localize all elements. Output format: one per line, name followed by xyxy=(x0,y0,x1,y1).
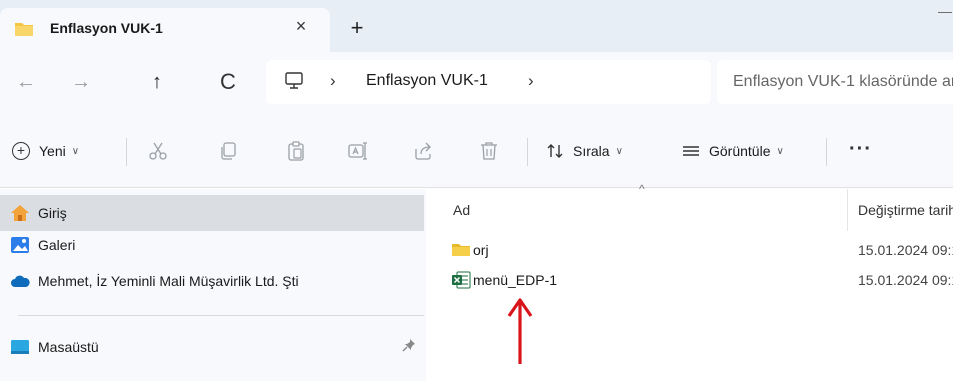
sidebar-divider xyxy=(18,315,424,316)
scissors-icon xyxy=(149,142,167,160)
toolbar-divider xyxy=(527,138,528,166)
breadcrumb-separator[interactable]: › xyxy=(330,71,336,91)
navigation-pane: Giriş Galeri Mehmet, İz Yeminli Mali Müş… xyxy=(0,189,426,381)
breadcrumb-expand-chevron[interactable]: › xyxy=(528,71,534,91)
tab-title: Enflasyon VUK-1 xyxy=(50,20,163,36)
forward-button[interactable]: → xyxy=(67,68,95,96)
file-row-folder[interactable]: orj 15.01.2024 09:12 xyxy=(427,239,953,261)
share-button[interactable] xyxy=(408,136,438,166)
trash-icon xyxy=(481,142,497,160)
file-modified: 15.01.2024 09:12 xyxy=(858,242,953,258)
back-button[interactable]: ← xyxy=(12,68,40,96)
delete-button[interactable] xyxy=(474,136,504,166)
copy-button[interactable] xyxy=(213,136,243,166)
paste-icon xyxy=(288,141,304,161)
sidebar-item-onedrive[interactable]: Mehmet, İz Yeminli Mali Müşavirlik Ltd. … xyxy=(0,263,424,299)
cut-button[interactable] xyxy=(143,136,173,166)
sidebar-item-gallery[interactable]: Galeri xyxy=(0,227,424,263)
chevron-down-icon: ∨ xyxy=(615,145,623,157)
breadcrumb-current[interactable]: Enflasyon VUK-1 xyxy=(366,72,488,90)
search-placeholder: Enflasyon VUK-1 klasöründe ara xyxy=(733,73,953,90)
address-bar[interactable]: › Enflasyon VUK-1 › xyxy=(266,60,711,104)
pin-icon[interactable] xyxy=(402,338,416,355)
sidebar-item-home[interactable]: Giriş xyxy=(0,195,424,231)
refresh-button[interactable]: C xyxy=(214,68,242,96)
up-button[interactable]: ↑ xyxy=(143,68,171,96)
more-options-button[interactable]: ··· xyxy=(849,136,875,166)
new-label: Yeni xyxy=(39,143,66,159)
sidebar-item-desktop[interactable]: Masaüstü xyxy=(0,329,424,365)
minimize-button[interactable]: — xyxy=(938,4,953,18)
sidebar-item-label: Giriş xyxy=(38,205,67,221)
file-name: menü_EDP-1 xyxy=(473,272,558,288)
this-pc-icon[interactable] xyxy=(284,72,304,90)
paste-button[interactable] xyxy=(281,136,311,166)
desktop-icon xyxy=(10,338,30,356)
sort-ascending-icon: ^ xyxy=(639,182,645,196)
sidebar-item-label: Mehmet, İz Yeminli Mali Müşavirlik Ltd. … xyxy=(38,273,299,289)
onedrive-cloud-icon xyxy=(10,272,30,290)
folder-icon xyxy=(451,241,471,259)
new-tab-button[interactable]: + xyxy=(345,17,369,41)
toolbar-divider xyxy=(826,138,827,166)
file-modified: 15.01.2024 09:12 xyxy=(858,272,953,288)
tab-enflasyon[interactable]: Enflasyon VUK-1 × xyxy=(0,8,330,52)
sort-button[interactable]: Sırala ∨ xyxy=(545,136,623,166)
gallery-icon xyxy=(10,236,30,254)
command-bar: + Yeni ∨ Sırala ∨ Görüntüle ∨ ··· xyxy=(0,114,953,188)
view-lines-icon xyxy=(683,146,699,156)
tab-bar: Enflasyon VUK-1 × + — xyxy=(0,0,953,52)
red-annotation-arrow xyxy=(507,298,533,364)
sidebar-item-label: Galeri xyxy=(38,237,76,253)
file-row-excel[interactable]: menü_EDP-1 15.01.2024 09:12 xyxy=(427,269,953,291)
column-header-modified[interactable]: Değiştirme tarihi xyxy=(858,202,953,218)
close-tab-icon[interactable]: × xyxy=(290,15,312,37)
rename-icon xyxy=(348,142,367,160)
rename-button[interactable] xyxy=(343,136,373,166)
chevron-down-icon: ∨ xyxy=(71,145,80,157)
folder-icon xyxy=(14,21,34,37)
chevron-down-icon: ∨ xyxy=(776,145,784,157)
column-divider[interactable] xyxy=(847,189,848,231)
search-input[interactable]: Enflasyon VUK-1 klasöründe ara xyxy=(717,60,953,104)
view-label: Görüntüle xyxy=(709,143,771,159)
file-name: orj xyxy=(473,242,489,258)
column-header-name[interactable]: Ad xyxy=(453,202,470,218)
sort-icon xyxy=(547,144,563,158)
toolbar-divider xyxy=(126,138,127,166)
plus-circle-icon: + xyxy=(12,142,30,160)
sort-label: Sırala xyxy=(573,143,610,159)
sidebar-item-label: Masaüstü xyxy=(38,339,99,355)
excel-file-icon xyxy=(451,271,471,289)
navigation-bar: ← → ↑ C › Enflasyon VUK-1 › Enflasyon VU… xyxy=(0,52,953,114)
home-icon xyxy=(10,204,30,222)
view-button[interactable]: Görüntüle ∨ xyxy=(681,136,784,166)
new-button[interactable]: + Yeni ∨ xyxy=(12,136,79,166)
copy-icon xyxy=(221,142,236,160)
share-icon xyxy=(415,142,431,160)
